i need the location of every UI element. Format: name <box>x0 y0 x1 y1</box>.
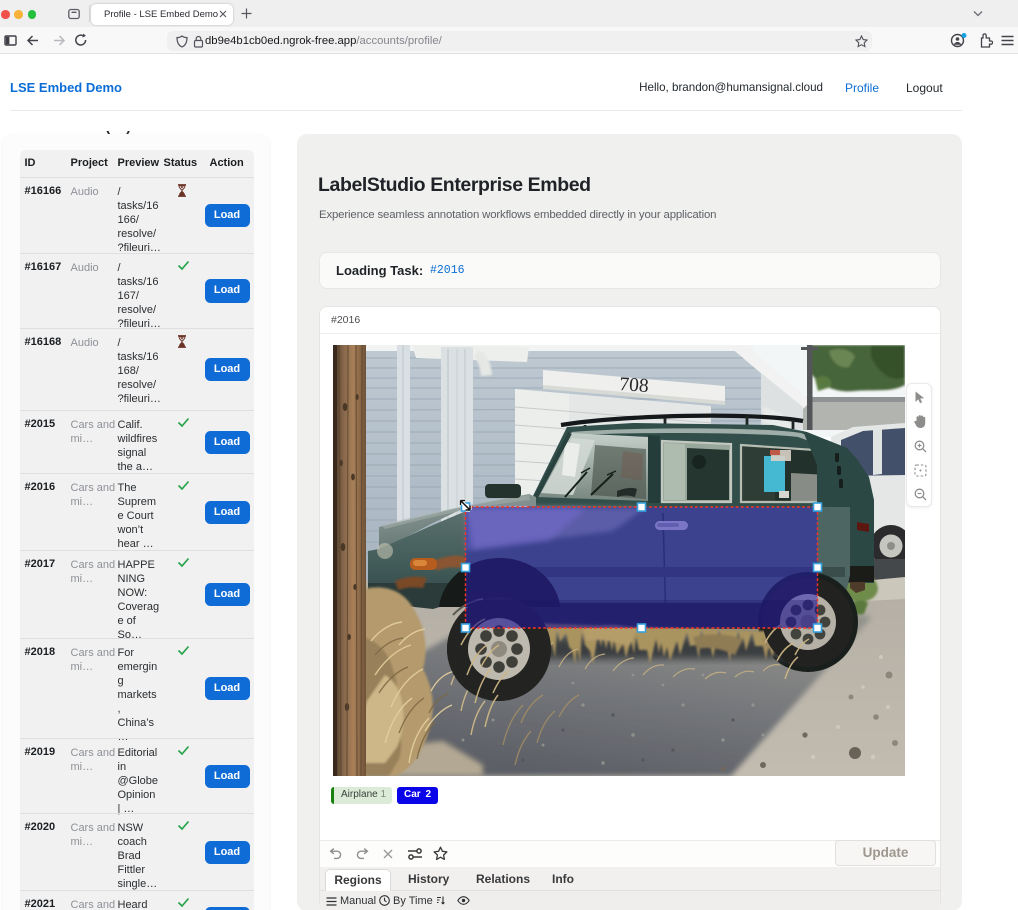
svg-text:708: 708 <box>618 374 649 397</box>
